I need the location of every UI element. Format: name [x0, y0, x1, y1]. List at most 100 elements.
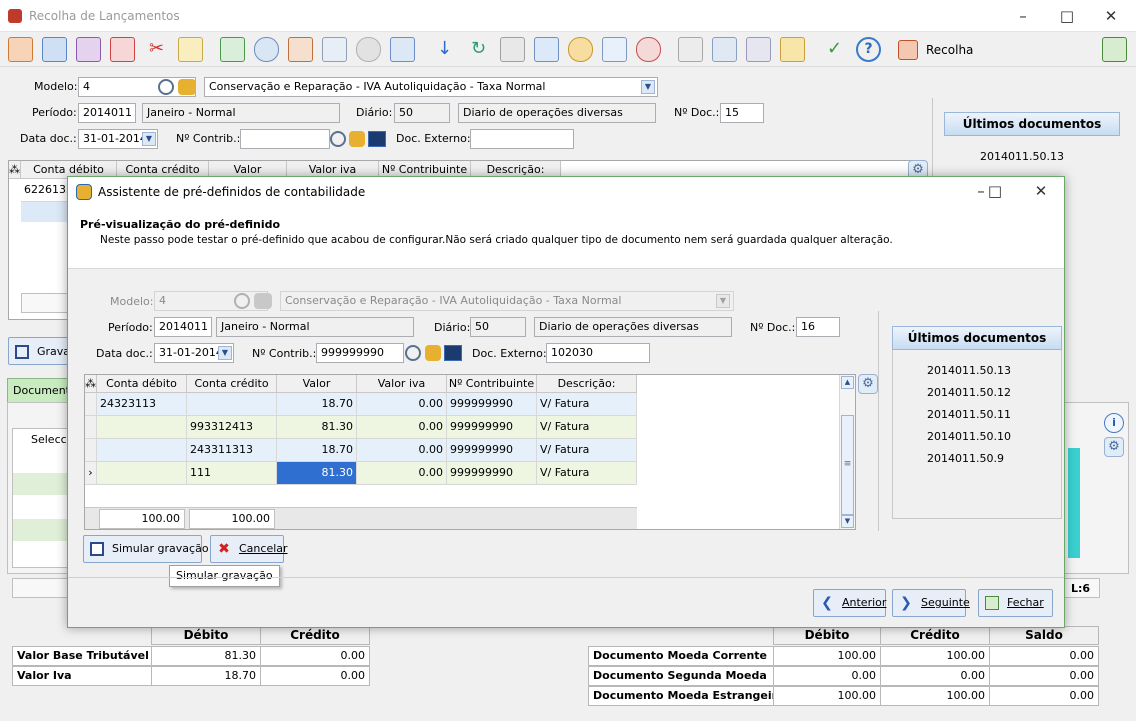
- diario-input[interactable]: 50: [470, 317, 526, 337]
- exit-icon[interactable]: [1102, 37, 1127, 62]
- search-icon[interactable]: [405, 345, 421, 361]
- grid-cell-valor[interactable]: 18.70: [277, 393, 357, 416]
- col-valor-iva[interactable]: Valor iva: [357, 375, 447, 393]
- chevron-down-icon[interactable]: ▼: [641, 80, 655, 94]
- vertical-scrollbar[interactable]: ▲ ≡ ▼: [839, 375, 855, 529]
- grid-cell-contrib[interactable]: 999999990: [447, 462, 537, 485]
- download-icon[interactable]: ↓: [432, 37, 457, 62]
- monitor-icon[interactable]: [368, 131, 386, 147]
- ncontrib-input[interactable]: [240, 129, 330, 149]
- anterior-button[interactable]: ❮ Anterior: [813, 589, 886, 617]
- clear-icon[interactable]: [178, 37, 203, 62]
- grid-cell-debito[interactable]: 24323113: [97, 393, 187, 416]
- copy-icon[interactable]: [322, 37, 347, 62]
- preview-icon[interactable]: [602, 37, 627, 62]
- users-icon[interactable]: [254, 37, 279, 62]
- grid-cell-valor[interactable]: 81.30: [277, 416, 357, 439]
- periodo-input[interactable]: 2014011: [154, 317, 212, 337]
- tab-documento[interactable]: Documento: [7, 378, 77, 402]
- folder-icon[interactable]: [780, 37, 805, 62]
- maximize-icon[interactable]: □: [1052, 5, 1082, 27]
- col-descricao[interactable]: Descrição:: [537, 375, 637, 393]
- scroll-thumb[interactable]: ≡: [841, 415, 854, 515]
- grid-cell-debito[interactable]: [97, 462, 187, 485]
- grid-cell-desc[interactable]: V/ Fatura: [537, 462, 637, 485]
- diario-input[interactable]: 50: [394, 103, 450, 123]
- grid-cell-credito[interactable]: 111: [187, 462, 277, 485]
- docext-input[interactable]: [470, 129, 574, 149]
- search-icon[interactable]: [158, 79, 174, 95]
- close-icon[interactable]: ✕: [1096, 5, 1126, 27]
- check-icon[interactable]: ✓: [822, 37, 847, 62]
- ndoc-input[interactable]: 15: [720, 103, 764, 123]
- refresh-icon[interactable]: ↻: [466, 37, 491, 62]
- ultimos-item[interactable]: 2014011.50.10: [927, 430, 1011, 443]
- row-selector-current[interactable]: ›: [85, 462, 97, 485]
- grid-cell-iva[interactable]: 0.00: [357, 439, 447, 462]
- grid-cell-valor-selected[interactable]: 81.30: [277, 462, 357, 485]
- seguinte-button[interactable]: ❯ Seguinte: [892, 589, 970, 617]
- users-icon[interactable]: [349, 131, 365, 147]
- calendar-dropdown-icon[interactable]: ▼: [142, 132, 156, 146]
- disabled-icon[interactable]: [356, 37, 381, 62]
- help-icon[interactable]: ?: [856, 37, 881, 62]
- ultimos-item[interactable]: 2014011.50.12: [927, 386, 1011, 399]
- search-icon[interactable]: [330, 131, 346, 147]
- table-delete-icon[interactable]: [110, 37, 135, 62]
- col-conta-credito[interactable]: Conta crédito: [187, 375, 277, 393]
- grid-cell-iva[interactable]: 0.00: [357, 462, 447, 485]
- grid-view-icon[interactable]: [8, 37, 33, 62]
- grid-cell-desc[interactable]: V/ Fatura: [537, 393, 637, 416]
- periodo-input[interactable]: 2014011: [78, 103, 136, 123]
- print-icon[interactable]: [746, 37, 771, 62]
- report-icon[interactable]: [390, 37, 415, 62]
- monitor-icon[interactable]: [444, 345, 462, 361]
- recolha-button[interactable]: Recolha: [898, 37, 978, 63]
- grid-cell-credito[interactable]: [187, 393, 277, 416]
- search-doc-icon[interactable]: [534, 37, 559, 62]
- person-money-icon[interactable]: [636, 37, 661, 62]
- minimize-icon[interactable]: –: [1008, 5, 1038, 27]
- grid-cell-credito[interactable]: 243311313: [187, 439, 277, 462]
- modelo-description[interactable]: Conservação e Reparação - IVA Autoliquid…: [204, 77, 658, 97]
- grid-cell-iva[interactable]: 0.00: [357, 393, 447, 416]
- grid-cell-desc[interactable]: V/ Fatura: [537, 416, 637, 439]
- grid-cell-debito[interactable]: [97, 416, 187, 439]
- ndoc-input[interactable]: 16: [796, 317, 840, 337]
- grid-cell-contrib[interactable]: 999999990: [447, 393, 537, 416]
- simular-gravacao-button[interactable]: Simular gravação: [83, 535, 209, 563]
- grid-cell-valor[interactable]: 18.70: [277, 439, 357, 462]
- grid-cell-contrib[interactable]: 999999990: [447, 416, 537, 439]
- row-selector[interactable]: [85, 393, 97, 416]
- preview-entries-grid[interactable]: ⁂ Conta débito Conta crédito Valor Valor…: [84, 374, 856, 530]
- grid-cell-iva[interactable]: 0.00: [357, 416, 447, 439]
- import-icon[interactable]: [288, 37, 313, 62]
- row-selector[interactable]: [85, 439, 97, 462]
- cut-icon[interactable]: ✂: [144, 37, 169, 62]
- ultimos-item[interactable]: 2014011.50.13: [927, 364, 1011, 377]
- gear-icon[interactable]: ⚙: [1104, 437, 1124, 457]
- ultimos-item[interactable]: 2014011.50.11: [927, 408, 1011, 421]
- documents-grid[interactable]: Seleccio: [12, 428, 76, 568]
- calendar-dropdown-icon[interactable]: ▼: [218, 346, 232, 360]
- grid-cell-desc[interactable]: V/ Fatura: [537, 439, 637, 462]
- grid-cell-contrib[interactable]: 999999990: [447, 439, 537, 462]
- table-edit-icon[interactable]: [76, 37, 101, 62]
- users-icon[interactable]: [178, 79, 196, 95]
- ultimos-item[interactable]: 2014011.50.13: [980, 150, 1064, 163]
- scroll-down-icon[interactable]: ▼: [841, 515, 854, 528]
- ncontrib-input[interactable]: 999999990: [316, 343, 404, 363]
- col-valor[interactable]: Valor: [277, 375, 357, 393]
- fechar-button[interactable]: Fechar: [978, 589, 1053, 617]
- row-selector[interactable]: [85, 416, 97, 439]
- col-conta-debito[interactable]: Conta débito: [97, 375, 187, 393]
- grid-cell-credito[interactable]: 993312413: [187, 416, 277, 439]
- users-icon[interactable]: [425, 345, 441, 361]
- document-icon[interactable]: [220, 37, 245, 62]
- info-icon[interactable]: i: [1104, 413, 1124, 433]
- export-icon[interactable]: [678, 37, 703, 62]
- table-icon[interactable]: [42, 37, 67, 62]
- col-contribuinte[interactable]: Nº Contribuinte: [447, 375, 537, 393]
- cancelar-button[interactable]: ✖ Cancelar: [210, 535, 288, 563]
- docext-input[interactable]: 102030: [546, 343, 650, 363]
